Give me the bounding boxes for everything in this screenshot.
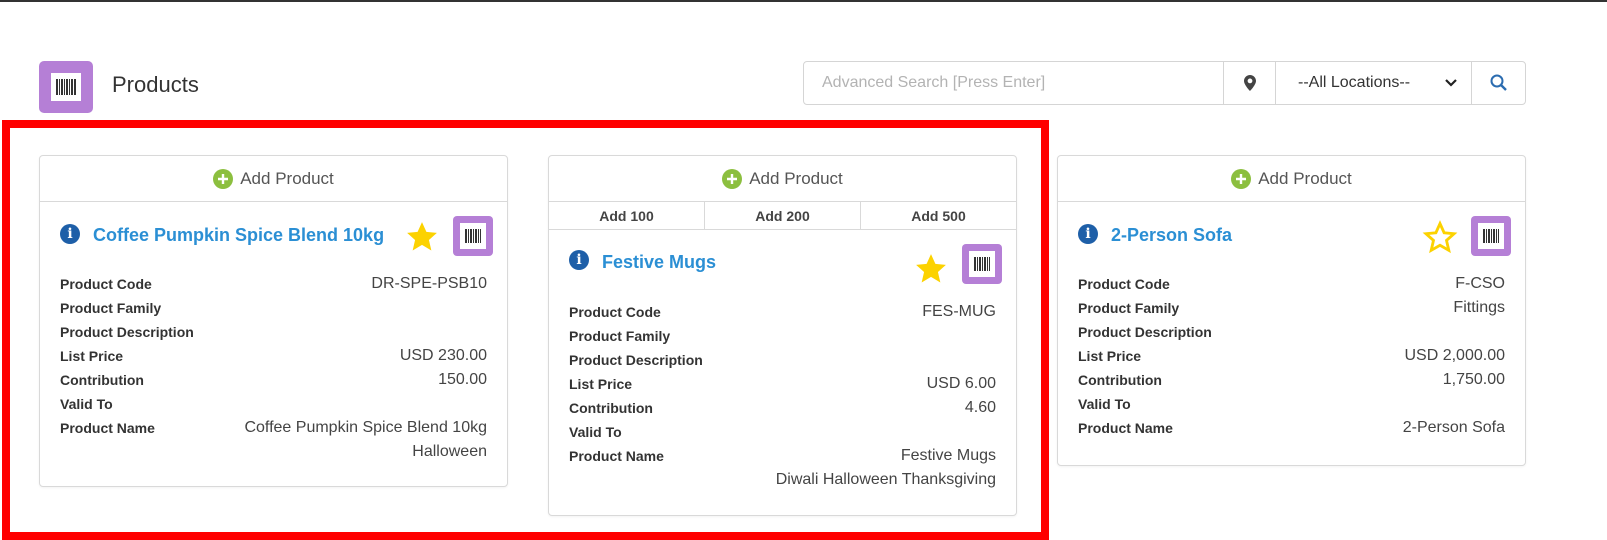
map-pin-icon bbox=[1243, 75, 1256, 91]
search-group: --All Locations-- bbox=[803, 61, 1526, 105]
location-select-value: --All Locations-- bbox=[1298, 74, 1411, 91]
product-fields: Product Code FES-MUG Product Family Produ… bbox=[549, 286, 1016, 492]
contribution-value: 150.00 bbox=[438, 371, 487, 388]
list-price-label: List Price bbox=[1078, 348, 1142, 364]
add-100-button[interactable]: Add 100 bbox=[549, 202, 705, 229]
product-name-label: Product Name bbox=[1078, 420, 1173, 436]
product-fields: Product Code DR-SPE-PSB10 Product Family … bbox=[40, 258, 507, 464]
product-name-link[interactable]: Festive Mugs bbox=[602, 252, 716, 273]
product-code-label: Product Code bbox=[1078, 276, 1170, 292]
product-name-label: Product Name bbox=[569, 448, 664, 464]
product-code-value: FES-MUG bbox=[922, 303, 996, 320]
barcode-icon bbox=[969, 251, 995, 277]
product-header: i 2-Person Sofa bbox=[1058, 202, 1525, 258]
list-price-value: USD 6.00 bbox=[926, 375, 996, 392]
products-barcode-icon bbox=[39, 61, 93, 113]
product-tags: Halloween bbox=[412, 443, 487, 460]
product-header: i Festive Mugs bbox=[549, 230, 1016, 286]
product-tags: Diwali Halloween Thanksgiving bbox=[775, 471, 996, 488]
valid-to-label: Valid To bbox=[569, 424, 622, 440]
product-description-label: Product Description bbox=[60, 324, 194, 340]
list-price-label: List Price bbox=[569, 376, 633, 392]
add-product-button[interactable]: Add Product bbox=[40, 156, 507, 202]
info-icon[interactable]: i bbox=[60, 224, 80, 244]
page-title: Products bbox=[112, 72, 199, 97]
star-outline-icon[interactable] bbox=[1422, 220, 1458, 254]
list-price-value: USD 2,000.00 bbox=[1404, 347, 1505, 364]
barcode-icon bbox=[1478, 223, 1504, 249]
product-family-label: Product Family bbox=[1078, 300, 1180, 316]
product-name-link[interactable]: 2-Person Sofa bbox=[1111, 225, 1232, 246]
barcode-button[interactable] bbox=[1471, 216, 1511, 256]
barcode-button[interactable] bbox=[453, 216, 493, 256]
search-icon bbox=[1490, 74, 1507, 91]
add-product-button[interactable]: Add Product bbox=[549, 156, 1016, 202]
advanced-search-input[interactable] bbox=[804, 62, 1223, 104]
quick-add-row: Add 100 Add 200 Add 500 bbox=[549, 202, 1016, 230]
barcode-icon bbox=[460, 223, 486, 249]
list-price-label: List Price bbox=[60, 348, 124, 364]
product-code-label: Product Code bbox=[60, 276, 152, 292]
product-description-label: Product Description bbox=[1078, 324, 1212, 340]
contribution-label: Contribution bbox=[569, 400, 653, 416]
product-card: Add Product i Coffee Pumpkin Spice Blend… bbox=[39, 155, 508, 487]
plus-circle-icon bbox=[213, 168, 234, 189]
add-product-label: Add Product bbox=[749, 168, 843, 188]
product-code-value: DR-SPE-PSB10 bbox=[371, 275, 487, 292]
top-border bbox=[0, 0, 1607, 2]
add-200-button[interactable]: Add 200 bbox=[705, 202, 861, 229]
plus-circle-icon bbox=[1231, 168, 1252, 189]
contribution-label: Contribution bbox=[60, 372, 144, 388]
add-500-button[interactable]: Add 500 bbox=[861, 202, 1016, 229]
valid-to-label: Valid To bbox=[60, 396, 113, 412]
barcode-icon bbox=[51, 73, 81, 101]
product-code-label: Product Code bbox=[569, 304, 661, 320]
contribution-value: 1,750.00 bbox=[1442, 371, 1505, 388]
star-filled-icon[interactable] bbox=[913, 252, 949, 286]
product-family-value: Fittings bbox=[1453, 299, 1505, 316]
valid-to-label: Valid To bbox=[1078, 396, 1131, 412]
product-family-label: Product Family bbox=[60, 300, 162, 316]
add-product-label: Add Product bbox=[1258, 168, 1352, 188]
add-product-label: Add Product bbox=[240, 168, 334, 188]
product-card: Add Product i 2-Person Sofa Product Code… bbox=[1057, 155, 1526, 466]
star-filled-icon[interactable] bbox=[404, 220, 440, 254]
chevron-down-icon bbox=[1445, 79, 1457, 87]
product-name-value: Festive Mugs bbox=[900, 447, 996, 464]
barcode-button[interactable] bbox=[962, 244, 1002, 284]
list-price-value: USD 230.00 bbox=[399, 347, 487, 364]
search-button[interactable] bbox=[1471, 62, 1525, 104]
product-name-value: 2-Person Sofa bbox=[1402, 419, 1505, 436]
add-product-button[interactable]: Add Product bbox=[1058, 156, 1525, 202]
product-code-value: F-CSO bbox=[1455, 275, 1505, 292]
product-name-label: Product Name bbox=[60, 420, 155, 436]
contribution-value: 4.60 bbox=[964, 399, 996, 416]
plus-circle-icon bbox=[722, 168, 743, 189]
product-fields: Product Code F-CSO Product Family Fittings… bbox=[1058, 258, 1525, 440]
product-family-label: Product Family bbox=[569, 328, 671, 344]
product-description-label: Product Description bbox=[569, 352, 703, 368]
info-icon[interactable]: i bbox=[1078, 224, 1098, 244]
location-select[interactable]: --All Locations-- bbox=[1275, 62, 1471, 104]
product-header: i Coffee Pumpkin Spice Blend 10kg bbox=[40, 202, 507, 258]
product-name-value: Coffee Pumpkin Spice Blend 10kg bbox=[244, 419, 487, 436]
location-pin-button[interactable] bbox=[1223, 62, 1275, 104]
product-name-link[interactable]: Coffee Pumpkin Spice Blend 10kg bbox=[93, 225, 384, 246]
info-icon[interactable]: i bbox=[569, 250, 589, 270]
contribution-label: Contribution bbox=[1078, 372, 1162, 388]
product-card: Add Product Add 100 Add 200 Add 500 i Fe… bbox=[548, 155, 1017, 516]
